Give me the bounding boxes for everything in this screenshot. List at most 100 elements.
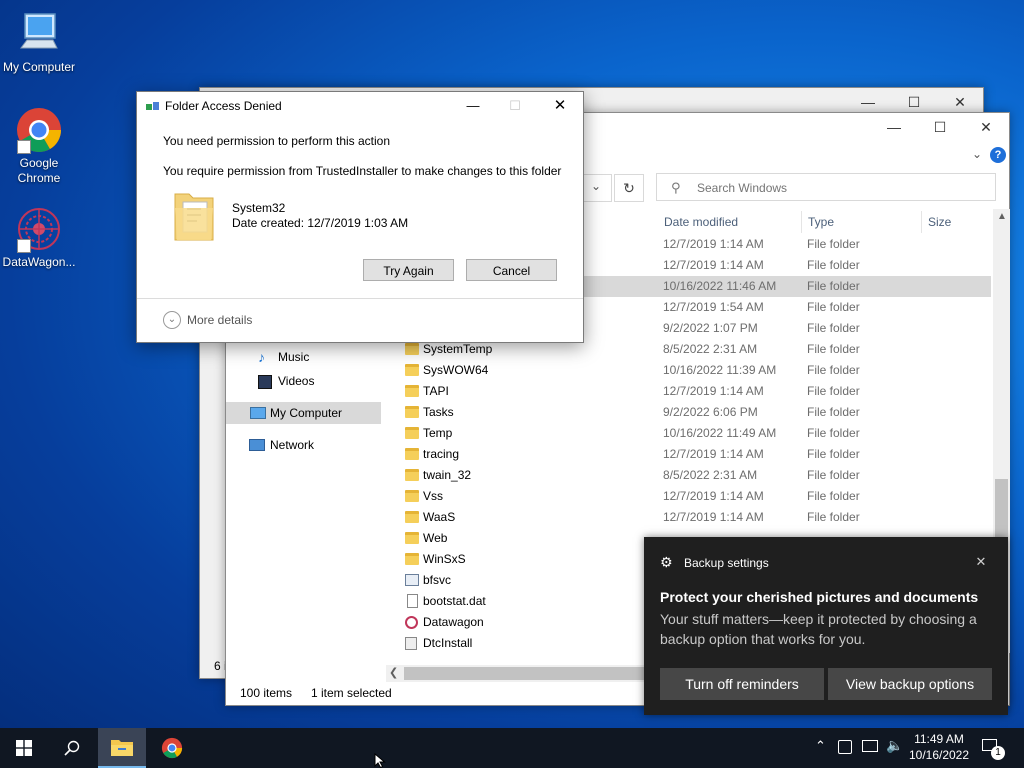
column-header-type[interactable]: Type	[808, 215, 834, 229]
taskbar-file-explorer[interactable]	[98, 728, 146, 768]
list-item[interactable]: Tasks 9/2/2022 6:06 PM File folder	[400, 402, 992, 423]
address-dropdown-icon[interactable]: ⌄	[591, 179, 601, 193]
folder-name: System32	[232, 201, 286, 215]
desktop-icon-datawagon[interactable]: DataWagon...	[1, 205, 77, 270]
scrollbar-thumb[interactable]	[404, 667, 644, 680]
gear-icon: ⚙	[660, 554, 673, 570]
desktop-icon-label: My Computer	[2, 60, 76, 74]
list-item[interactable]: TAPI 12/7/2019 1:14 AM File folder	[400, 381, 992, 402]
volume-icon[interactable]: 🔈	[886, 737, 903, 754]
horizontal-scrollbar[interactable]: ❮	[386, 665, 646, 682]
taskbar: ⌃ 🔈 11:49 AM 10/16/2022 1	[0, 728, 1024, 768]
clock-time: 11:49 AM	[914, 732, 964, 746]
computer-icon	[250, 407, 266, 419]
address-bar[interactable]: ⌄	[581, 174, 612, 202]
file-icon	[407, 594, 418, 608]
search-icon	[64, 740, 80, 756]
nav-item-music[interactable]: ♪ Music	[256, 346, 376, 368]
notification-badge: 1	[991, 746, 1005, 760]
list-item[interactable]: Vss 12/7/2019 1:14 AM File folder	[400, 486, 992, 507]
nav-item-my-computer[interactable]: My Computer	[226, 402, 381, 424]
desktop-icon-label: Google Chrome	[17, 156, 61, 185]
search-button[interactable]	[48, 728, 96, 768]
datawagon-icon	[405, 616, 418, 629]
folder-icon	[405, 343, 419, 355]
chrome-icon	[15, 106, 63, 154]
column-header-date[interactable]: Date modified	[664, 215, 738, 229]
toast-app-name: Backup settings	[684, 556, 769, 570]
search-icon: ⚲	[671, 180, 681, 195]
search-input[interactable]	[695, 178, 979, 198]
shortcut-arrow-icon	[17, 140, 31, 154]
action-center-button[interactable]: 1	[980, 736, 1006, 760]
minimize-button[interactable]: —	[871, 113, 917, 141]
refresh-icon: ↻	[623, 180, 635, 196]
try-again-button[interactable]: Try Again	[363, 259, 454, 281]
backup-notification-toast[interactable]: ⚙ Backup settings ✕ Protect your cherish…	[644, 537, 1008, 715]
start-button[interactable]	[0, 728, 48, 768]
folder-icon	[405, 490, 419, 502]
windows-logo-icon	[16, 740, 32, 756]
folder-icon	[405, 469, 419, 481]
list-item[interactable]: WaaS 12/7/2019 1:14 AM File folder	[400, 507, 992, 528]
list-item[interactable]: SysWOW64 10/16/2022 11:39 AM File folder	[400, 360, 992, 381]
search-box[interactable]: ⚲	[656, 173, 996, 201]
music-icon: ♪	[258, 349, 265, 365]
maximize-button[interactable]: ☐	[917, 113, 963, 141]
refresh-button[interactable]: ↻	[614, 174, 644, 202]
settings-file-icon	[405, 637, 417, 650]
cancel-button[interactable]: Cancel	[466, 259, 557, 281]
status-selected: 1 item selected	[311, 686, 392, 700]
column-header-size[interactable]: Size	[928, 215, 951, 229]
dialog-close-button[interactable]: ✕	[545, 94, 575, 118]
toast-title: Protect your cherished pictures and docu…	[660, 589, 979, 605]
application-icon	[405, 574, 419, 586]
ribbon-expand-icon[interactable]: ⌄	[972, 147, 982, 161]
clock[interactable]: 11:49 AM 10/16/2022	[904, 731, 974, 763]
column-divider[interactable]	[801, 211, 802, 233]
list-item[interactable]: Temp 10/16/2022 11:49 AM File folder	[400, 423, 992, 444]
desktop-icon-label: DataWagon...	[2, 255, 76, 269]
folder-icon	[405, 532, 419, 544]
nav-item-videos[interactable]: Videos	[256, 370, 376, 392]
help-icon[interactable]: ?	[990, 147, 1006, 163]
close-button[interactable]: ✕	[963, 113, 1009, 141]
list-item[interactable]: tracing 12/7/2019 1:14 AM File folder	[400, 444, 992, 465]
scroll-up-icon[interactable]: ▲	[997, 211, 1007, 222]
folder-icon	[405, 427, 419, 439]
file-explorer-icon	[111, 740, 133, 756]
dialog-app-icon	[146, 101, 159, 111]
status-item-count: 100 items	[240, 686, 293, 700]
nav-item-network[interactable]: Network	[246, 434, 376, 456]
desktop-icon-google-chrome[interactable]: Google Chrome	[1, 106, 77, 186]
folder-icon	[405, 553, 419, 565]
tray-overflow-icon[interactable]: ⌃	[815, 738, 826, 754]
list-item[interactable]: twain_32 8/5/2022 2:31 AM File folder	[400, 465, 992, 486]
mouse-cursor-icon	[374, 753, 386, 768]
videos-icon	[258, 375, 272, 389]
folder-icon	[405, 364, 419, 376]
folder-access-denied-dialog[interactable]: Folder Access Denied — ☐ ✕ You need perm…	[136, 91, 584, 343]
column-divider[interactable]	[921, 211, 922, 233]
view-backup-options-button[interactable]: View backup options	[828, 668, 992, 700]
scroll-left-icon[interactable]: ❮	[389, 666, 398, 679]
folder-icon	[405, 385, 419, 397]
folder-icon	[405, 406, 419, 418]
turn-off-reminders-button[interactable]: Turn off reminders	[660, 668, 824, 700]
network-icon[interactable]	[862, 740, 878, 752]
datawagon-icon	[15, 205, 63, 253]
dialog-title: Folder Access Denied	[165, 99, 282, 113]
chevron-down-icon: ⌄	[163, 311, 181, 329]
toast-close-button[interactable]: ✕	[970, 551, 992, 573]
folder-date-created: Date created: 12/7/2019 1:03 AM	[232, 216, 409, 230]
folder-icon	[405, 448, 419, 460]
taskbar-chrome[interactable]	[148, 728, 196, 768]
network-icon	[249, 439, 265, 451]
desktop-icon-my-computer[interactable]: My Computer	[1, 10, 77, 75]
dialog-minimize-button[interactable]: —	[459, 94, 487, 118]
toast-body: Your stuff matters—keep it protected by …	[660, 611, 977, 647]
computer-icon	[15, 10, 63, 58]
dialog-detail: You require permission from TrustedInsta…	[163, 164, 562, 178]
security-icon[interactable]	[838, 740, 852, 754]
dialog-maximize-button: ☐	[509, 98, 521, 113]
